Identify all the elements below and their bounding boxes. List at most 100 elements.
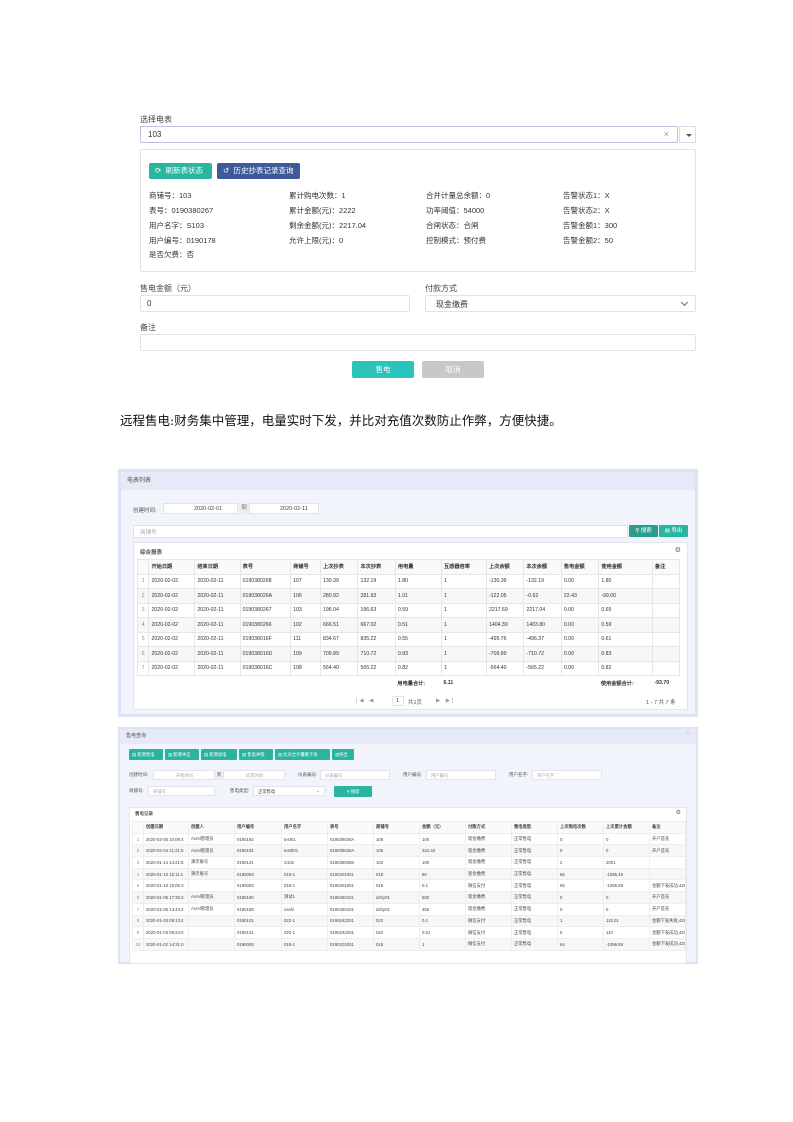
column-header[interactable]: 本次抄表 [357, 559, 396, 575]
table-row[interactable]: 3 2020-02-02 2020-02-11 0190380267 103 196.04… [136, 602, 686, 618]
table-cell: ceshi [281, 902, 328, 916]
settings-gear-icon[interactable]: ⚙ [675, 546, 681, 554]
meter-dropdown-toggle[interactable] [679, 126, 696, 143]
column-header[interactable]: 售电类型 [511, 821, 558, 834]
table-cell: 5 [132, 879, 144, 893]
table-cell: 0.00 [560, 573, 600, 589]
table-cell: 0190380266 [239, 617, 292, 633]
remark-input[interactable] [140, 334, 696, 351]
table-row[interactable]: 1 2020-02-05 10:09:4 Acrel管理员 0190192 test01… [132, 832, 686, 846]
table-row[interactable]: 7 2020-02-02 2020-02-11 019038016C 108 564.40… [136, 660, 686, 676]
shop-search-input[interactable]: 商铺号 [133, 525, 628, 538]
meter-no-label: 仪表编号: [298, 772, 318, 777]
table-cell: 2001 [603, 856, 650, 869]
pay-method-value: 现金缴费 [436, 300, 468, 309]
pay-method-select[interactable]: 现金缴费 [425, 295, 696, 312]
column-header[interactable]: 用电量 [394, 559, 442, 575]
table-cell: 0.00 [560, 602, 600, 618]
meter-no-input[interactable]: 仪表编号 [320, 770, 390, 780]
table-cell: 834.67 [319, 631, 359, 647]
table-row[interactable]: 5 2020-02-02 2020-02-11 019038016F 111 834.67… [136, 631, 686, 647]
column-header[interactable]: 上次购电次数 [557, 821, 604, 834]
column-header[interactable]: 金额（元） [419, 821, 466, 834]
column-header[interactable]: 用户编号 [234, 821, 282, 834]
export-button[interactable]: ▤ 导出 [659, 525, 688, 537]
clear-icon[interactable]: × [664, 129, 669, 139]
table-row[interactable]: 4 2020-02-02 2020-02-11 0190380266 102 666.51… [136, 617, 686, 633]
column-header[interactable]: 备注 [649, 821, 686, 834]
column-header[interactable]: 表号 [239, 559, 292, 575]
toolbar-compare-issue[interactable]: ▤ 比对全计量数下发 [275, 749, 330, 760]
table-cell: 正常售电 [511, 879, 558, 893]
table-row[interactable]: 6 2020-01-09 17:35:3 Acrel管理员 0190190 测试1 019… [132, 891, 686, 904]
table-row[interactable]: 10 2020-01-02 14:31:0 0190093 018-1 01902010… [132, 937, 686, 951]
sell-type-select[interactable]: 正常售电 ⌄ [253, 786, 325, 796]
table-cell: 835.22 [357, 631, 396, 647]
column-header[interactable]: 表号 [327, 821, 374, 834]
start-time-input[interactable]: 开始时间 [153, 770, 215, 780]
user-no-placeholder: 用户编号 [431, 773, 449, 778]
settings-gear-icon[interactable]: ⚙ [676, 809, 681, 816]
search-button[interactable]: ⚲ 搜索 [629, 525, 658, 537]
cancel-button[interactable]: 取消 [422, 361, 484, 378]
column-header[interactable]: 上次抄表 [319, 559, 359, 575]
table-cell: 0.65 [598, 602, 653, 618]
page-number-input[interactable]: 1 [392, 696, 404, 706]
toolbar-export[interactable]: ▤导出 [332, 749, 354, 760]
column-header[interactable]: 上次累计金额 [603, 821, 650, 834]
table-cell: 2020-02-11 [194, 660, 241, 676]
toolbar-sell-writeoff[interactable]: ▤ 售电冲销 [239, 749, 273, 760]
column-header[interactable] [132, 821, 144, 834]
column-header[interactable]: 创建人 [188, 821, 235, 834]
table-row[interactable]: 8 2020-01-03 09:13:4 0190101 022-1 019024220… [132, 914, 686, 928]
table-cell [651, 646, 681, 662]
end-time-input[interactable]: 结束时间 [223, 770, 285, 780]
user-no-input[interactable]: 用户编号 [426, 770, 496, 780]
column-header[interactable]: 商铺号 [290, 559, 321, 575]
date-from-input[interactable]: 2020-02-01 [163, 503, 238, 514]
column-header[interactable]: 售电金额 [560, 559, 600, 575]
column-header[interactable]: 备注 [651, 559, 681, 575]
column-header[interactable]: 用户名字 [281, 821, 328, 834]
table-row[interactable]: 2 2020-02-02 2020-02-11 019038026A 106 280.92… [136, 588, 686, 604]
table-row[interactable]: 6 2020-02-02 2020-02-11 019038016D 109 709.89… [136, 646, 686, 662]
column-header[interactable]: 付款方式 [465, 821, 512, 834]
first-prev-page-icons[interactable]: |◀ ◀ [356, 698, 375, 704]
column-header[interactable]: 创建日期 [143, 821, 189, 834]
column-header[interactable]: 上次余额 [485, 559, 525, 575]
column-header[interactable]: 使用金额 [598, 559, 653, 575]
next-last-page-icons[interactable]: ▶ ▶| [436, 698, 455, 704]
caption-text: 远程售电:财务集中管理，电量实时下发，并比对充值次数防止作弊，方便快捷。 [120, 413, 562, 428]
table-row[interactable]: 2 2020-02-04 21:21:5 Acrel管理员 0190191 test00… [132, 844, 686, 858]
table-row[interactable]: 5 2020-01-10 15:05:3 0190093 018-1 019020100… [132, 879, 686, 893]
toolbar-new-refund[interactable]: ▤ 新增退电 [201, 749, 237, 760]
meter-select[interactable]: 103 × [140, 126, 678, 143]
table-cell: 3 [136, 602, 150, 618]
toolbar-new-reverse[interactable]: ▤ 新增冲正 [165, 749, 199, 760]
column-header[interactable] [136, 559, 150, 575]
table-row[interactable]: 4 2020-01-10 15:11:1 演示账号 0190093 018-1 01902… [132, 867, 686, 881]
search-button[interactable]: ⚲ 搜索 [334, 786, 372, 797]
column-header[interactable]: 结束日期 [194, 559, 241, 575]
collapse-icon[interactable]: ⌃ [686, 732, 690, 738]
table-cell: 0.01 [419, 926, 466, 939]
history-query-button[interactable]: ↺ 历史抄表记录查询 [217, 163, 300, 179]
sell-button[interactable]: 售电 [352, 361, 414, 378]
table-row[interactable]: 3 2020-01-14 14:21:5 演示账号 0190131 S102 019038… [132, 856, 686, 869]
refresh-status-button[interactable]: ⟳ 刷新表状态 [149, 163, 212, 179]
table-row[interactable]: 9 2020-01-03 08:24:0 0190101 022-1 019024220… [132, 926, 686, 939]
amount-input[interactable]: 0 [140, 295, 410, 312]
date-to-input[interactable]: 2020-02-11 [249, 503, 319, 514]
table-cell: 103 [290, 602, 321, 618]
column-header[interactable]: 商铺号 [373, 821, 420, 834]
table-row[interactable]: 1 2020-02-02 2020-02-11 0190380268 107 130.39… [136, 573, 686, 589]
table-cell: 1 [557, 914, 604, 928]
column-header[interactable]: 开始日期 [148, 559, 196, 575]
column-header[interactable]: 互感器倍率 [440, 559, 487, 575]
table-cell: 022-1 [281, 926, 328, 939]
toolbar-new-sell[interactable]: ▤ 新增售电 [129, 749, 163, 760]
user-name-input[interactable]: 用户名字 [532, 770, 602, 780]
column-header[interactable]: 本次余额 [523, 559, 562, 575]
shop-input[interactable]: 商铺号 [148, 786, 215, 796]
table-row[interactable]: 7 2020-01-06 13:44:2 Acrel管理员 0190188 ceshi 0… [132, 902, 686, 916]
